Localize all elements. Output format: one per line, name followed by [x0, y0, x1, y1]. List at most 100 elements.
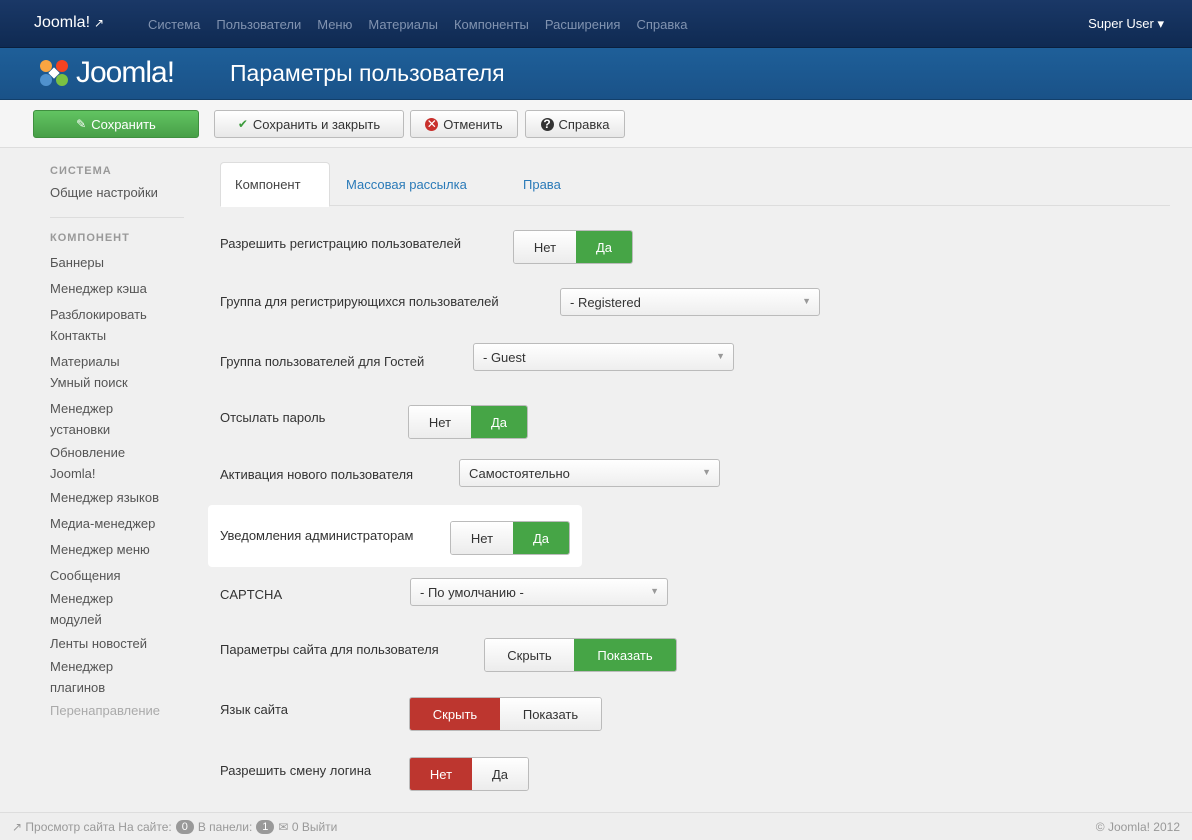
captcha-select[interactable]: - По умолчанию - ▼ [410, 578, 668, 606]
site-language-label: Язык сайта [220, 702, 289, 717]
frontend-params-label: Параметры сайта для пользователя [220, 642, 439, 657]
sidebar-item-installer-line2: установки [50, 422, 111, 437]
frontend-params-hide[interactable]: Скрыть [485, 639, 574, 671]
tab-permissions[interactable]: Права [509, 162, 575, 207]
status-footer: ↗ Просмотр сайта На сайте: 0 В панели: 1… [0, 812, 1192, 840]
joomla-logo: Joomla! [36, 56, 175, 90]
view-site-link[interactable]: Просмотр сайта [25, 820, 115, 834]
cancel-button[interactable]: ✕ Отменить [410, 110, 518, 138]
toolbar: ✎ Сохранить ✔ Сохранить и закрыть ✕ Отме… [0, 100, 1192, 148]
menu-users[interactable]: Пользователи [216, 17, 301, 32]
new-user-group-select[interactable]: - Registered ▼ [560, 288, 820, 316]
tab-mass-mail[interactable]: Массовая рассылка [332, 162, 481, 207]
allow-registration-no[interactable]: Нет [514, 231, 576, 263]
sidebar-item-newsfeeds[interactable]: Ленты новостей [50, 633, 200, 654]
sidebar-item-plugins-line1: Менеджер [50, 659, 114, 674]
change-login-yes[interactable]: Да [472, 758, 528, 790]
site-language-show[interactable]: Показать [500, 698, 601, 730]
sidebar-item-content[interactable]: Материалы [50, 351, 200, 372]
messages-count[interactable]: 0 [292, 820, 299, 834]
menu-components[interactable]: Компоненты [454, 17, 529, 32]
brand-label: Joomla! [34, 14, 91, 31]
sidebar-item-modules-line2: модулей [50, 612, 102, 627]
footer-status: ↗ Просмотр сайта На сайте: 0 В панели: 1… [12, 820, 337, 834]
frontend-params-show[interactable]: Показать [574, 639, 676, 671]
sidebar-item-global-config[interactable]: Общие настройки [50, 182, 200, 203]
change-login-no[interactable]: Нет [410, 758, 472, 790]
site-language-hide[interactable]: Скрыть [410, 698, 500, 730]
check-icon: ✔ [237, 117, 248, 131]
sidebar-item-checkin[interactable]: Разблокировать [50, 304, 200, 325]
send-password-no[interactable]: Нет [409, 406, 471, 438]
logout-link[interactable]: Выйти [302, 820, 338, 834]
guest-group-select[interactable]: - Guest ▼ [473, 343, 734, 371]
activation-select[interactable]: Самостоятельно ▼ [459, 459, 720, 487]
menu-help[interactable]: Справка [636, 17, 687, 32]
notify-admins-label: Уведомления администраторам [220, 528, 414, 543]
dropdown-arrow-icon: ▼ [802, 296, 811, 306]
sidebar-item-installer[interactable]: Менеджер установки [50, 398, 200, 440]
sidebar-item-media[interactable]: Медиа-менеджер [50, 513, 200, 534]
sidebar-section-system: СИСТЕМА [50, 165, 112, 177]
save-close-button[interactable]: ✔ Сохранить и закрыть [214, 110, 404, 138]
on-site-label: На сайте: [118, 820, 172, 834]
new-user-group-label: Группа для регистрирующихся пользователе… [220, 294, 499, 309]
help-label: Справка [558, 116, 610, 132]
sidebar-item-languages[interactable]: Менеджер языков [50, 487, 200, 508]
user-menu[interactable]: Super User ▾ [1088, 16, 1164, 32]
sidebar-item-installer-line1: Менеджер [50, 401, 114, 416]
change-login-toggle: Нет Да [409, 757, 529, 791]
edit-icon: ✎ [76, 117, 87, 131]
sidebar-item-update-line2: Joomla! [50, 466, 96, 481]
in-panel-label: В панели: [197, 820, 253, 834]
sidebar-item-cache[interactable]: Менеджер кэша [50, 278, 200, 299]
tab-component[interactable]: Компонент [220, 162, 330, 207]
save-label: Сохранить [91, 116, 156, 132]
sidebar-item-plugins-line2: плагинов [50, 680, 106, 695]
sidebar-item-modules[interactable]: Менеджер модулей [50, 588, 200, 630]
new-user-group-value: - Registered [570, 294, 641, 310]
site-language-toggle: Скрыть Показать [409, 697, 602, 731]
caret-down-icon: ▾ [1157, 16, 1164, 31]
change-login-label: Разрешить смену логина [220, 763, 372, 778]
allow-registration-yes[interactable]: Да [576, 231, 632, 263]
envelope-icon: ✉ [278, 820, 292, 834]
sidebar-item-plugins[interactable]: Менеджер плагинов [50, 656, 200, 698]
page-header: Joomla! Параметры пользователя [0, 48, 1192, 100]
sidebar-item-banners[interactable]: Баннеры [50, 252, 200, 273]
logo-text: Joomla! [76, 56, 175, 89]
sidebar-item-menus[interactable]: Менеджер меню [50, 539, 200, 560]
user-name: Super User [1088, 16, 1154, 31]
help-icon: ? [540, 117, 554, 131]
frontend-params-toggle: Скрыть Показать [484, 638, 677, 672]
sidebar-item-smart-search[interactable]: Умный поиск [50, 372, 200, 393]
menu-menus[interactable]: Меню [317, 17, 352, 32]
activation-label: Активация нового пользователя [220, 467, 414, 482]
cancel-icon: ✕ [425, 117, 439, 131]
sidebar-item-joomla-update[interactable]: Обновление Joomla! [50, 442, 200, 484]
save-button[interactable]: ✎ Сохранить [33, 110, 199, 138]
notify-admins-yes[interactable]: Да [513, 522, 569, 554]
notify-admins-toggle: Нет Да [450, 521, 570, 555]
notify-admins-no[interactable]: Нет [451, 522, 513, 554]
settings-tabs: Компонент Массовая рассылка Права [220, 162, 1170, 207]
sidebar-item-contacts[interactable]: Контакты [50, 325, 200, 346]
sidebar-item-messages[interactable]: Сообщения [50, 565, 200, 586]
activation-value: Самостоятельно [469, 465, 570, 481]
menu-content[interactable]: Материалы [368, 17, 438, 32]
help-button[interactable]: ? Справка [525, 110, 625, 138]
send-password-yes[interactable]: Да [471, 406, 527, 438]
captcha-label: CAPTCHA [220, 587, 283, 602]
dropdown-arrow-icon: ▼ [650, 586, 659, 596]
guest-group-value: - Guest [483, 349, 526, 365]
copyright: © Joomla! 2012 [1095, 820, 1180, 834]
sidebar-item-modules-line1: Менеджер [50, 591, 114, 606]
menu-system[interactable]: Система [148, 17, 200, 32]
save-close-label: Сохранить и закрыть [252, 116, 381, 132]
page-title: Параметры пользователя [230, 60, 505, 86]
dropdown-arrow-icon: ▼ [702, 467, 711, 477]
menu-extensions[interactable]: Расширения [545, 17, 621, 32]
sidebar-item-redirect[interactable]: Перенаправление [50, 700, 200, 721]
brand-link[interactable]: Joomla! ↗ [34, 14, 104, 32]
dropdown-arrow-icon: ▼ [716, 351, 725, 361]
